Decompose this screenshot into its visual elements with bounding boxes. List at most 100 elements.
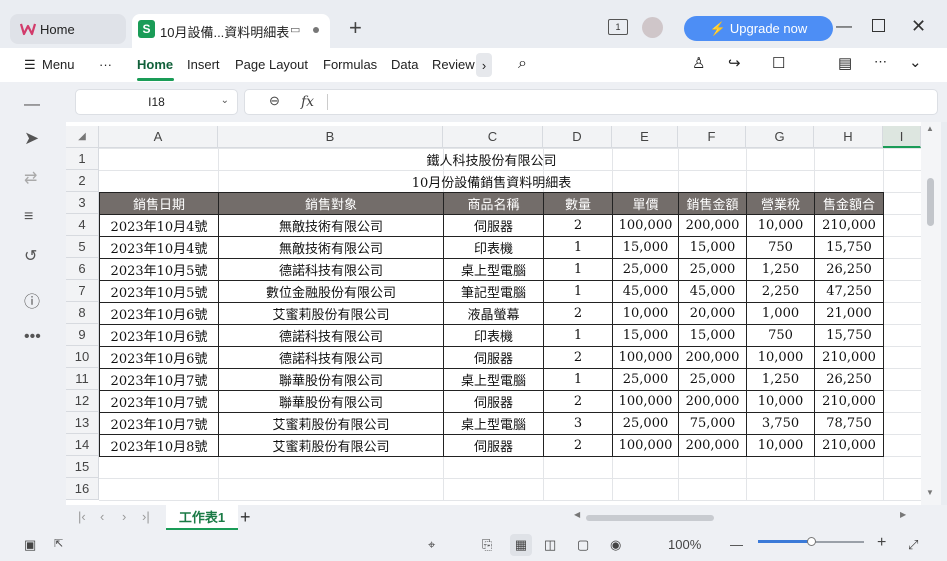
page-layout-icon[interactable]: ▢ <box>577 537 589 553</box>
table-cell[interactable]: 桌上型電腦 <box>443 412 544 435</box>
table-header-cell[interactable]: 營業稅 <box>746 192 815 215</box>
column-header-i[interactable]: I <box>883 126 921 148</box>
table-cell[interactable]: 10,000 <box>746 390 815 413</box>
table-cell[interactable]: 100,000 <box>612 214 679 237</box>
table-cell[interactable]: 桌上型電腦 <box>443 368 544 391</box>
table-cell[interactable]: 艾蜜莉股份有限公司 <box>218 302 444 325</box>
table-cell[interactable]: 1 <box>543 280 613 303</box>
table-cell[interactable]: 2 <box>543 434 613 457</box>
page-break-icon[interactable]: ◫ <box>544 537 556 553</box>
row-header-7[interactable]: 7 <box>66 280 99 302</box>
table-cell[interactable]: 2023年10月4號 <box>99 236 219 259</box>
table-cell[interactable]: 100,000 <box>612 390 679 413</box>
row-header-3[interactable]: 3 <box>66 192 99 214</box>
column-header-c[interactable]: C <box>443 126 543 148</box>
maximize-button[interactable] <box>872 19 885 32</box>
column-header-h[interactable]: H <box>814 126 883 148</box>
table-header-cell[interactable]: 銷售日期 <box>99 192 219 215</box>
table-cell[interactable]: 液晶螢幕 <box>443 302 544 325</box>
table-cell[interactable]: 3,750 <box>746 412 815 435</box>
zoom-out-button[interactable]: — <box>730 537 743 552</box>
table-cell[interactable]: 25,000 <box>612 368 679 391</box>
select-all-corner[interactable]: ◢ <box>66 126 99 148</box>
row-header-11[interactable]: 11 <box>66 368 99 390</box>
scroll-up-icon[interactable]: ▲ <box>926 124 934 133</box>
table-cell[interactable]: 25,000 <box>612 258 679 281</box>
row-header-12[interactable]: 12 <box>66 390 99 412</box>
table-cell[interactable]: 750 <box>746 324 815 347</box>
table-cell[interactable]: 20,000 <box>678 302 747 325</box>
table-cell[interactable]: 伺服器 <box>443 434 544 457</box>
table-cell[interactable]: 15,000 <box>612 236 679 259</box>
row-header-1[interactable]: 1 <box>66 148 99 170</box>
sheet-subtitle[interactable]: 10月份設備銷售資料明細表 <box>99 170 884 192</box>
tab-home[interactable]: Home <box>137 57 173 72</box>
table-cell[interactable]: 1,250 <box>746 368 815 391</box>
reading-mode-icon[interactable]: ⎘ <box>482 537 492 553</box>
table-cell[interactable]: 艾蜜莉股份有限公司 <box>218 412 444 435</box>
table-cell[interactable]: 25,000 <box>612 412 679 435</box>
row-header-6[interactable]: 6 <box>66 258 99 280</box>
table-cell[interactable]: 無敵技術有限公司 <box>218 214 444 237</box>
table-cell[interactable]: 21,000 <box>814 302 884 325</box>
column-header-g[interactable]: G <box>746 126 814 148</box>
normal-view-icon[interactable]: ▦ <box>510 534 532 556</box>
row-header-4[interactable]: 4 <box>66 214 99 236</box>
table-cell[interactable]: 2023年10月5號 <box>99 258 219 281</box>
table-cell[interactable]: 1 <box>543 258 613 281</box>
chevron-down-icon[interactable]: ⌄ <box>221 95 229 106</box>
tab-insert[interactable]: Insert <box>187 57 220 72</box>
table-cell[interactable]: 艾蜜莉股份有限公司 <box>218 434 444 457</box>
table-cell[interactable]: 印表機 <box>443 236 544 259</box>
table-cell[interactable]: 2023年10月7號 <box>99 390 219 413</box>
row-header-9[interactable]: 9 <box>66 324 99 346</box>
document-tab[interactable]: S 10月設備...資料明細表 ▭ <box>132 14 330 48</box>
menu-button[interactable]: Menu <box>42 57 75 72</box>
table-cell[interactable]: 1,000 <box>746 302 815 325</box>
column-header-b[interactable]: B <box>218 126 443 148</box>
cell-style-icon[interactable]: ⌖ <box>428 537 435 553</box>
table-cell[interactable]: 2 <box>543 214 613 237</box>
table-header-cell[interactable]: 數量 <box>543 192 613 215</box>
spreadsheet-grid[interactable]: ◢ ABCDEFGHI 1 2 3 4 5 6 7 8 9 10 11 12 13 14 15 16 鐵人科技… <box>66 122 921 505</box>
close-button[interactable]: ✕ <box>911 16 926 37</box>
avatar[interactable] <box>642 17 663 38</box>
more-options-icon[interactable]: ⋯ <box>874 54 887 70</box>
first-sheet-icon[interactable]: |‹ <box>78 509 86 524</box>
minimize-button[interactable]: — <box>836 18 852 36</box>
table-header-cell[interactable]: 銷售金額 <box>678 192 747 215</box>
sheet-tab[interactable]: 工作表1 <box>166 505 238 530</box>
table-cell[interactable]: 伺服器 <box>443 346 544 369</box>
fx-icon[interactable]: fx <box>301 94 314 110</box>
column-header-d[interactable]: D <box>543 126 612 148</box>
home-tab[interactable]: Home <box>10 14 126 44</box>
name-box[interactable]: I18 ⌄ <box>75 89 238 115</box>
table-header-cell[interactable]: 銷售對象 <box>218 192 444 215</box>
table-cell[interactable]: 25,000 <box>678 368 747 391</box>
table-cell[interactable]: 78,750 <box>814 412 884 435</box>
next-sheet-icon[interactable]: › <box>122 509 126 524</box>
unsaved-dot-icon[interactable] <box>313 27 319 33</box>
table-cell[interactable]: 2023年10月6號 <box>99 346 219 369</box>
table-cell[interactable]: 2 <box>543 302 613 325</box>
table-cell[interactable]: 2 <box>543 346 613 369</box>
scroll-down-icon[interactable]: ▼ <box>926 488 934 497</box>
table-cell[interactable]: 1 <box>543 368 613 391</box>
table-cell[interactable]: 25,000 <box>678 258 747 281</box>
table-cell[interactable]: 750 <box>746 236 815 259</box>
sheet-view-icon[interactable]: ▣ <box>24 537 36 553</box>
page-count-badge[interactable]: 1 <box>608 19 628 35</box>
table-cell[interactable]: 15,000 <box>678 236 747 259</box>
table-cell[interactable]: 1,250 <box>746 258 815 281</box>
zoom-value[interactable]: 100% <box>668 537 701 552</box>
table-cell[interactable]: 伺服器 <box>443 390 544 413</box>
table-cell[interactable]: 75,000 <box>678 412 747 435</box>
last-sheet-icon[interactable]: ›| <box>142 509 150 524</box>
table-cell[interactable]: 15,750 <box>814 324 884 347</box>
table-cell[interactable]: 德諾科技有限公司 <box>218 324 444 347</box>
table-cell[interactable]: 無敵技術有限公司 <box>218 236 444 259</box>
table-cell[interactable]: 桌上型電腦 <box>443 258 544 281</box>
table-cell[interactable]: 47,250 <box>814 280 884 303</box>
table-cell[interactable]: 1 <box>543 236 613 259</box>
row-header-8[interactable]: 8 <box>66 302 99 324</box>
